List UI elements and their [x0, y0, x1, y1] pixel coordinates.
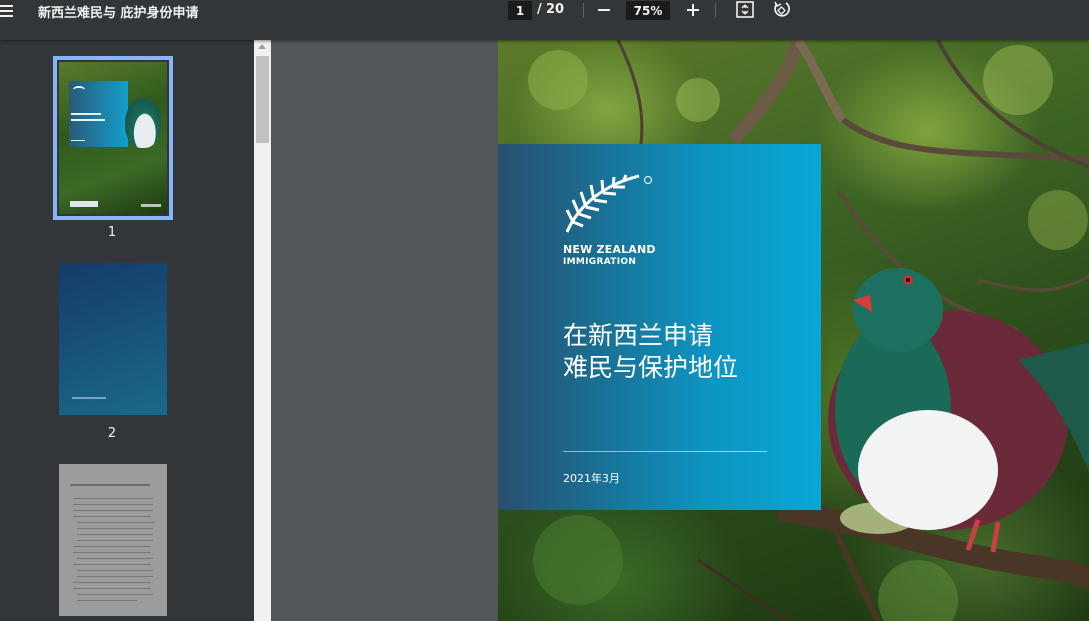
thumbnail-header-line	[70, 484, 150, 486]
brand-name-line-2: IMMIGRATION	[563, 257, 637, 267]
toolbar-divider	[715, 3, 716, 18]
thumbnail-label: 1	[107, 225, 117, 240]
fit-to-page-icon	[736, 1, 754, 18]
thumbnail-footer-text	[141, 204, 161, 207]
thumbnail-text-line	[73, 504, 153, 505]
brand-name-line-1: NEW ZEALAND	[563, 243, 656, 256]
thumbnail-page-1[interactable]	[53, 56, 173, 220]
pdf-viewer: 新西兰难民与 庇护身份申请 / 20	[0, 0, 1089, 621]
cover-date: 2021年3月	[563, 472, 620, 485]
thumbnail-text-line	[71, 113, 101, 115]
thumbnail-text-line	[77, 528, 153, 529]
thumbnail-text-line	[71, 119, 105, 121]
thumbnail-sidebar: 1 2	[0, 40, 254, 621]
thumbnail-text-line	[73, 546, 151, 547]
fern-logo-icon	[73, 86, 85, 94]
rotate-icon	[774, 1, 790, 17]
thumbnail-text-line	[73, 588, 151, 589]
thumbnail-text-line	[73, 582, 151, 583]
thumbnail-text-line	[77, 594, 153, 595]
rotate-button[interactable]	[771, 0, 793, 22]
cover-title-line-1: 在新西兰申请	[563, 321, 714, 350]
thumbnail-label: 2	[107, 426, 117, 441]
arrow-up-icon	[258, 44, 266, 49]
thumbnail-text-line	[73, 552, 151, 553]
fit-page-button[interactable]	[734, 0, 756, 22]
menu-button[interactable]	[0, 0, 22, 22]
thumbnail-page-3[interactable]	[59, 464, 167, 616]
zoom-out-button[interactable]	[593, 0, 615, 22]
toolbar-divider	[583, 3, 584, 18]
page-number-input[interactable]	[508, 1, 532, 20]
scroll-up-button[interactable]	[254, 40, 271, 54]
cover-title-line-2: 难民与保护地位	[563, 353, 739, 382]
thumbnail-text-line	[73, 498, 153, 499]
silver-fern-logo-icon	[565, 174, 640, 233]
thumbnail-text-line	[77, 600, 137, 601]
toolbar: 新西兰难民与 庇护身份申请 / 20	[0, 0, 1089, 40]
thumbnail-text-line	[77, 576, 153, 577]
document-title: 新西兰难民与 庇护身份申请	[38, 6, 199, 21]
cover-divider	[563, 451, 767, 452]
thumbnail-text-line	[73, 516, 151, 517]
scrollbar-thumb[interactable]	[256, 56, 269, 143]
hamburger-icon-bar	[0, 10, 13, 12]
trademark-icon	[644, 176, 652, 184]
pdf-page-1: NEW ZEALAND IMMIGRATION 在新西兰申请 难民与保护地位 2…	[498, 40, 1089, 621]
zoom-in-button[interactable]	[682, 0, 704, 22]
page-separator: /	[537, 2, 542, 17]
total-pages: 20	[546, 2, 565, 17]
thumbnail-footer-logo	[70, 201, 98, 207]
hamburger-icon	[0, 5, 13, 7]
thumbnail-text-line	[73, 510, 153, 511]
thumbnail-text-line	[71, 140, 85, 141]
thumbnail-text-line	[73, 564, 151, 565]
minus-icon	[598, 9, 610, 11]
pigeon-image	[125, 98, 161, 148]
thumbnail-page-2[interactable]	[59, 263, 167, 415]
thumbnail-text-line	[72, 397, 106, 399]
cover-title-panel: NEW ZEALAND IMMIGRATION 在新西兰申请 难民与保护地位 2…	[498, 144, 821, 510]
zoom-input[interactable]	[626, 1, 670, 20]
plus-icon	[687, 4, 699, 16]
thumbnail-text-line	[77, 522, 155, 523]
thumbnail-text-line	[77, 570, 153, 571]
thumbnail-text-line	[77, 534, 153, 535]
thumbnail-text-line	[77, 540, 153, 541]
thumbnail-text-line	[77, 558, 153, 559]
hamburger-icon-bar	[0, 15, 13, 17]
